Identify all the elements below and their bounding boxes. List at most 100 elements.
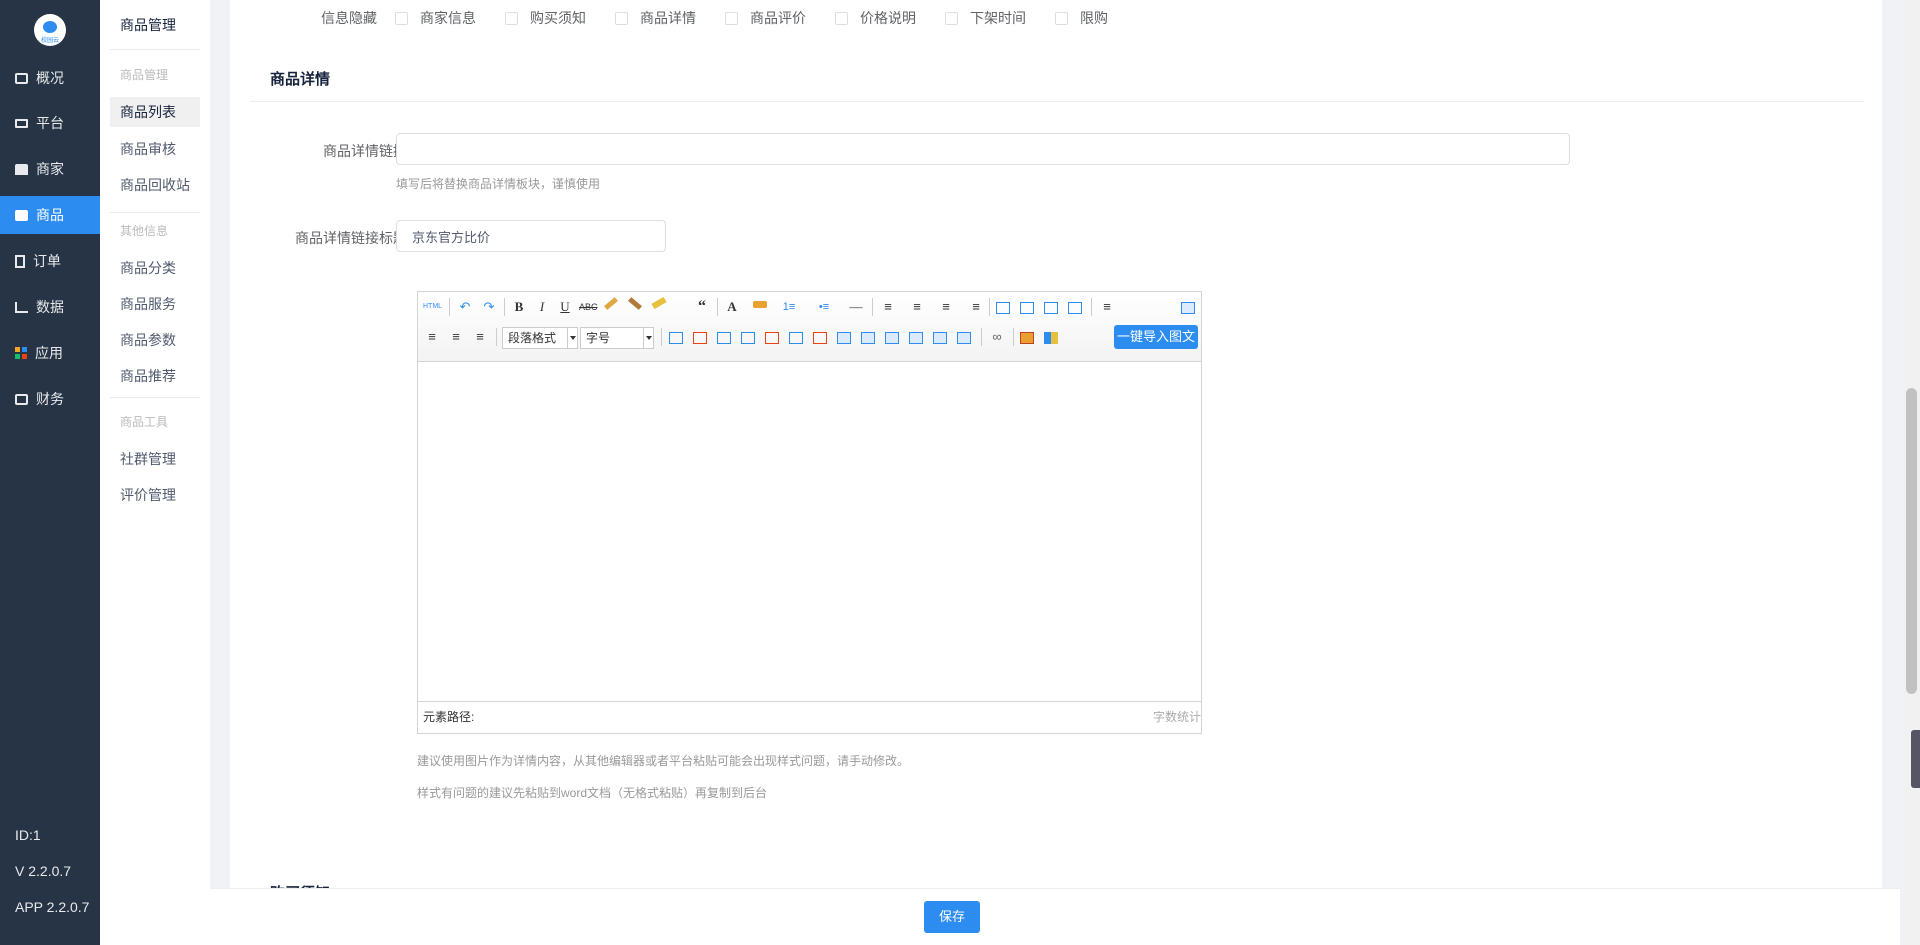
image-float-right-icon[interactable] xyxy=(1020,302,1034,314)
main-sidebar: 校园云 概况 平台 商家 商品 订单 数据 应用 财务 ID:1 V 2.2.0… xyxy=(0,0,100,945)
submenu-group-label: 其他信息 xyxy=(120,224,169,238)
checkbox-offshelf-time[interactable]: 下架时间 xyxy=(945,8,1026,28)
editor-toolbar: HTML ↶ ↷ B I U ABC “ A 1≡ •≡ — ≡ ≡ ≡ ≡ ≡… xyxy=(418,292,1201,362)
delete-row-icon[interactable] xyxy=(765,332,779,344)
toolbar-separator xyxy=(661,328,662,346)
eraser-icon[interactable] xyxy=(604,297,618,310)
submenu-item-comments[interactable]: 评价管理 xyxy=(110,480,200,510)
insert-table-icon[interactable] xyxy=(669,332,683,344)
paragraph-spacing-bottom-icon[interactable]: ≡ xyxy=(937,298,955,316)
submenu-item-service[interactable]: 商品服务 xyxy=(110,289,200,319)
monitor-icon xyxy=(15,118,28,128)
nav-item-overview[interactable]: 概况 xyxy=(0,59,100,97)
delete-table-icon[interactable] xyxy=(693,332,707,344)
toolbar-separator xyxy=(1091,298,1092,316)
scrollbar-thumb[interactable] xyxy=(1906,388,1917,694)
submenu-item-params[interactable]: 商品参数 xyxy=(110,325,200,355)
nav-item-apps[interactable]: 应用 xyxy=(0,334,100,372)
save-button[interactable]: 保存 xyxy=(924,901,980,933)
delete-column-icon[interactable] xyxy=(813,332,827,344)
indent-icon[interactable]: ≡ xyxy=(967,298,985,316)
select-value: 字号 xyxy=(586,331,611,345)
insert-image-icon[interactable] xyxy=(1020,332,1034,344)
goods-icon xyxy=(15,209,28,221)
align-left-icon[interactable]: ≡ xyxy=(1098,298,1116,316)
unordered-list-icon[interactable]: •≡ xyxy=(815,298,833,316)
format-brush-icon[interactable] xyxy=(628,297,642,310)
checkbox-purchase-notice[interactable]: 购买须知 xyxy=(505,8,586,28)
image-center-icon[interactable] xyxy=(1068,302,1082,314)
highlight-color-icon[interactable] xyxy=(753,301,767,308)
align-justify-icon[interactable]: ≡ xyxy=(471,328,489,346)
image-float-left-icon[interactable] xyxy=(996,302,1010,314)
nav-item-label: 商品 xyxy=(36,207,64,223)
submenu-item-community[interactable]: 社群管理 xyxy=(110,444,200,474)
nav-item-platform[interactable]: 平台 xyxy=(0,104,100,142)
redo-icon[interactable]: ↷ xyxy=(480,298,498,316)
nav-item-data[interactable]: 数据 xyxy=(0,288,100,326)
line-height-icon[interactable]: ≡ xyxy=(879,298,897,316)
submenu-item-recommend[interactable]: 商品推荐 xyxy=(110,361,200,391)
insert-multi-image-icon[interactable] xyxy=(1044,332,1058,344)
section-title-goods-detail: 商品详情 xyxy=(270,71,331,88)
align-right-icon[interactable]: ≡ xyxy=(447,328,465,346)
detail-link-input[interactable] xyxy=(396,133,1570,165)
image-float-none-icon[interactable] xyxy=(1044,302,1058,314)
checkbox-icon[interactable] xyxy=(945,11,958,25)
side-panel-handle[interactable] xyxy=(1911,730,1920,788)
version-text: V 2.2.0.7 xyxy=(15,863,72,879)
nav-item-goods[interactable]: 商品 xyxy=(0,196,100,234)
merge-down-icon[interactable] xyxy=(885,332,899,344)
split-cells-icon[interactable] xyxy=(909,332,923,344)
submenu-item-recycle-bin[interactable]: 商品回收站 xyxy=(110,170,200,200)
brand-logo[interactable]: 校园云 xyxy=(34,14,66,46)
ordered-list-icon[interactable]: 1≡ xyxy=(780,298,798,316)
html-source-icon[interactable]: HTML xyxy=(423,298,442,316)
merge-right-icon[interactable] xyxy=(861,332,875,344)
checkbox-goods-comment[interactable]: 商品评价 xyxy=(725,8,806,28)
auto-format-icon[interactable] xyxy=(651,296,667,310)
align-center-icon[interactable]: ≡ xyxy=(423,328,441,346)
split-rows-icon[interactable] xyxy=(933,332,947,344)
nav-item-finance[interactable]: 财务 xyxy=(0,380,100,418)
checkbox-icon[interactable] xyxy=(505,11,518,25)
nav-item-merchant[interactable]: 商家 xyxy=(0,150,100,188)
nav-item-order[interactable]: 订单 xyxy=(0,242,100,280)
checkbox-icon[interactable] xyxy=(615,11,628,25)
horizontal-rule-icon[interactable]: — xyxy=(847,298,865,316)
paragraph-spacing-top-icon[interactable]: ≡ xyxy=(908,298,926,316)
detail-link-title-label: 商品详情链接标题 xyxy=(295,230,407,246)
fullscreen-icon[interactable] xyxy=(1181,302,1195,314)
blockquote-icon[interactable]: “ xyxy=(693,298,711,316)
link-icon[interactable]: ∞ xyxy=(988,328,1006,346)
merge-cells-icon[interactable] xyxy=(837,332,851,344)
undo-icon[interactable]: ↶ xyxy=(456,298,474,316)
insert-paragraph-before-table-icon[interactable] xyxy=(717,332,731,344)
checkbox-icon[interactable] xyxy=(835,11,848,25)
font-color-icon[interactable]: A xyxy=(723,298,741,316)
strikethrough-icon[interactable]: ABC xyxy=(579,298,598,316)
checkbox-icon[interactable] xyxy=(725,11,738,25)
section-divider xyxy=(250,101,1864,102)
font-size-select[interactable]: 字号 xyxy=(580,327,654,349)
split-columns-icon[interactable] xyxy=(957,332,971,344)
insert-column-icon[interactable] xyxy=(789,332,803,344)
checkbox-icon[interactable] xyxy=(395,11,408,25)
checkbox-icon[interactable] xyxy=(1055,11,1068,25)
checkbox-merchant-info[interactable]: 商家信息 xyxy=(395,8,476,28)
editor-content-area[interactable] xyxy=(418,363,1201,702)
insert-row-icon[interactable] xyxy=(741,332,755,344)
checkbox-goods-detail[interactable]: 商品详情 xyxy=(615,8,696,28)
chevron-down-icon xyxy=(643,328,653,348)
submenu-item-category[interactable]: 商品分类 xyxy=(110,253,200,283)
underline-icon[interactable]: U xyxy=(556,298,574,316)
paragraph-format-select[interactable]: 段落格式 xyxy=(502,327,578,349)
submenu-item-goods-review[interactable]: 商品审核 xyxy=(110,134,200,164)
bold-icon[interactable]: B xyxy=(510,298,528,316)
italic-icon[interactable]: I xyxy=(533,298,551,316)
checkbox-price-note[interactable]: 价格说明 xyxy=(835,8,916,28)
import-rich-content-button[interactable]: 一键导入图文 xyxy=(1114,325,1198,349)
detail-link-title-input[interactable] xyxy=(396,220,666,252)
submenu-item-goods-list[interactable]: 商品列表 xyxy=(110,97,200,127)
checkbox-purchase-limit[interactable]: 限购 xyxy=(1055,8,1108,28)
